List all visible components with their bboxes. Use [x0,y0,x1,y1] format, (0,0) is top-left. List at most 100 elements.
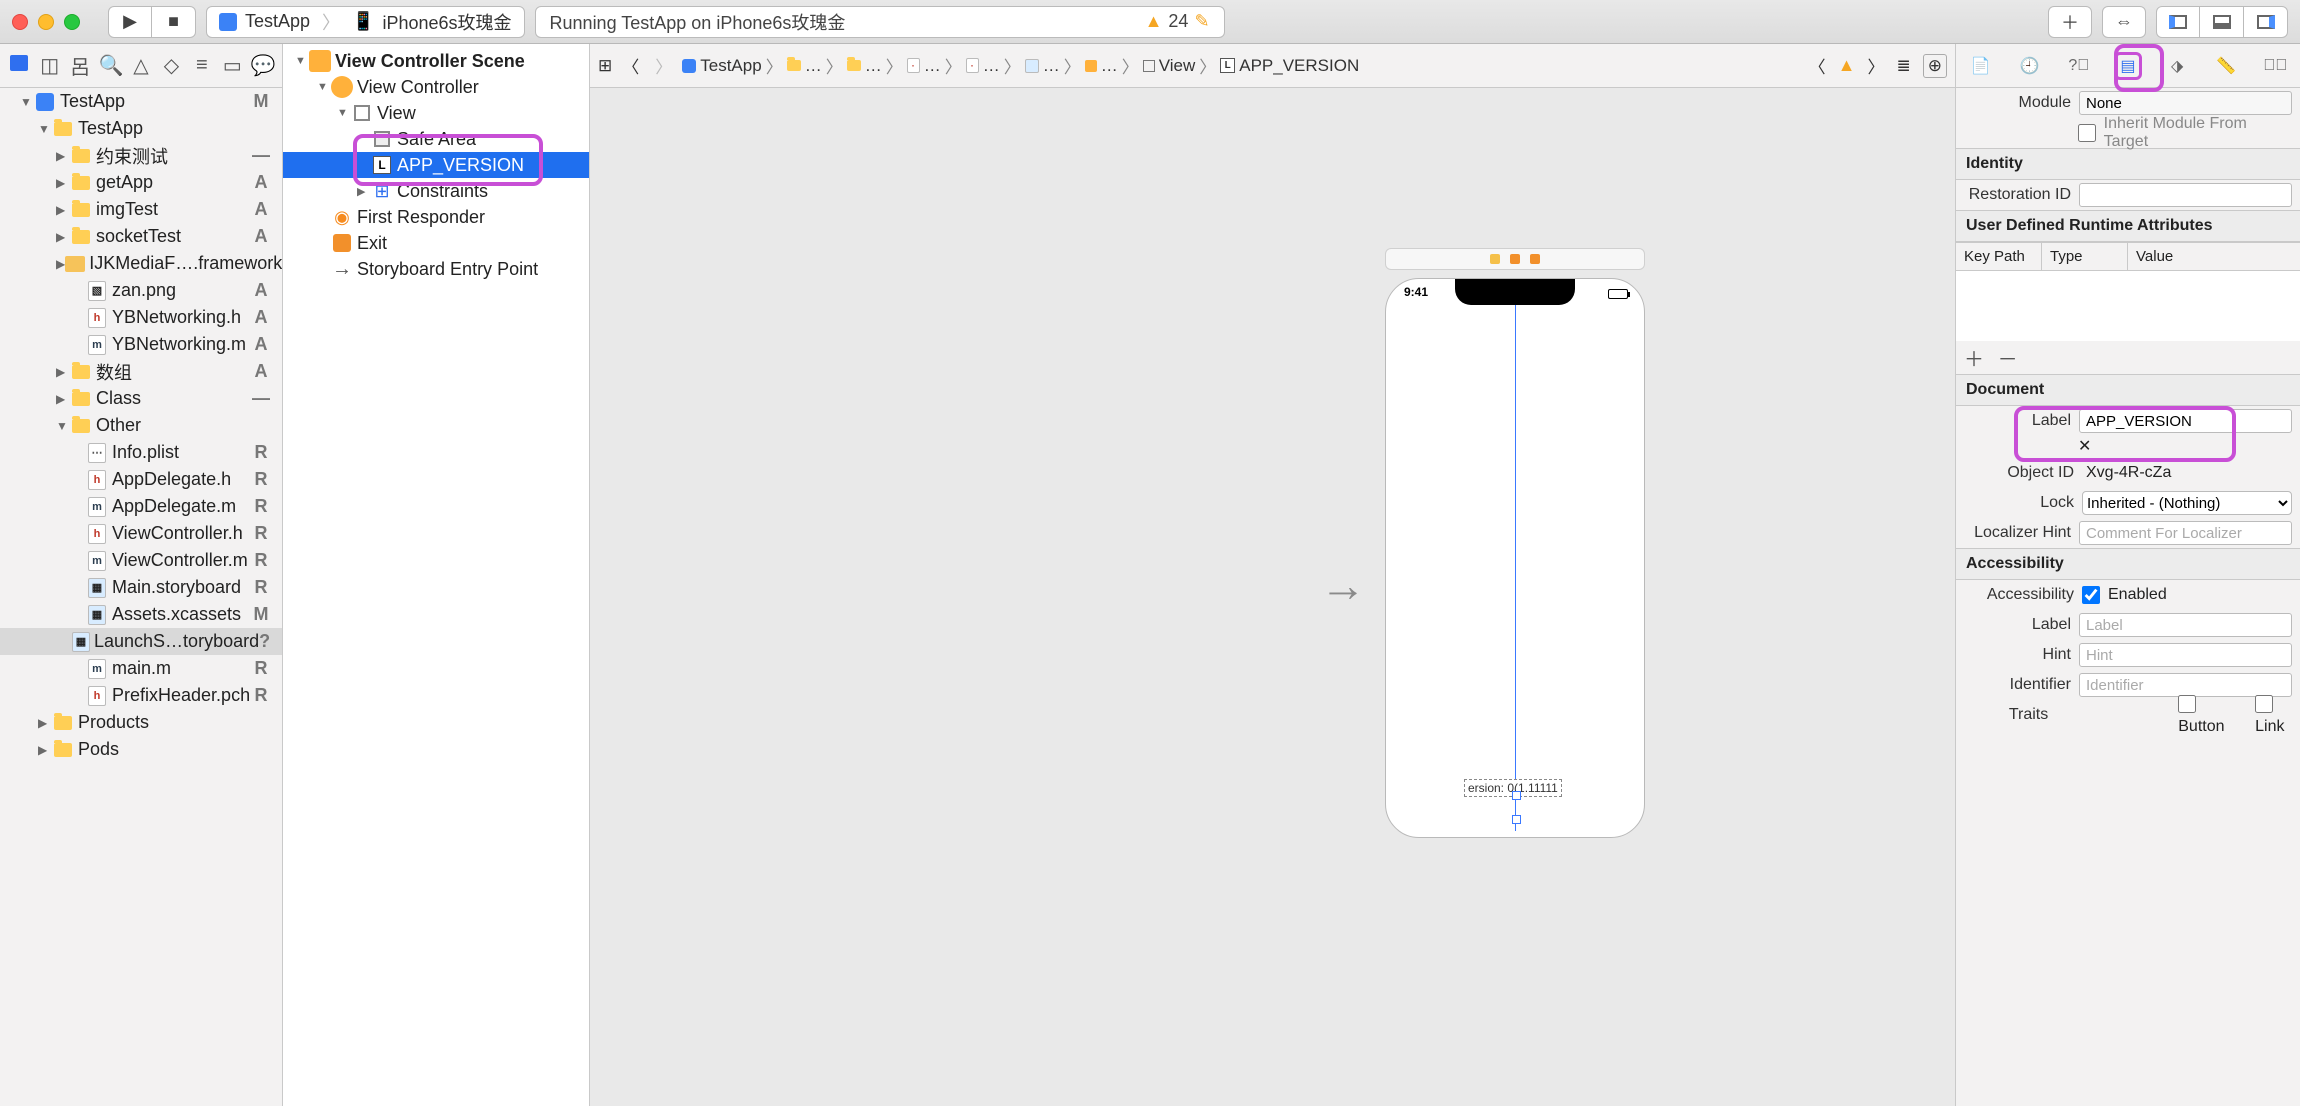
identity-inspector-icon[interactable]: ▤ [2114,52,2142,80]
jump-segment[interactable]: ·… [966,56,1000,76]
trait-button-checkbox[interactable] [2178,695,2196,713]
project-tree-row[interactable]: mAppDelegate.mR [0,493,282,520]
project-tree-row[interactable]: ▶Class— [0,385,282,412]
acc-label-field[interactable] [2079,613,2292,637]
project-tree-row[interactable]: ▶imgTestA [0,196,282,223]
size-inspector-icon[interactable]: 📏 [2212,52,2240,80]
breakpoint-nav-icon[interactable]: ▭ [220,53,244,78]
jump-segment[interactable]: … [847,56,882,76]
trait-link-checkbox[interactable] [2255,695,2273,713]
project-tree[interactable]: ▼TestAppM▼TestApp▶约束测试—▶getAppA▶imgTestA… [0,88,282,1106]
outline-row[interactable]: Safe Area [283,126,589,152]
toggle-navigator-button[interactable] [2156,6,2200,38]
code-review-button[interactable]: ⇔ [2102,6,2146,38]
library-plus-button[interactable]: ＋ [2048,6,2092,38]
outline-row[interactable]: Exit [283,230,589,256]
project-tree-row[interactable]: mViewController.mR [0,547,282,574]
project-tree-row[interactable]: hPrefixHeader.pchR [0,682,282,709]
outline-row[interactable]: ▼View [283,100,589,126]
debug-nav-icon[interactable]: ≡ [190,54,214,77]
selection-handles[interactable] [1512,809,1520,817]
jump-segment[interactable]: … [1085,56,1118,76]
minimize-icon[interactable] [38,14,54,30]
jump-segment[interactable]: TestApp [682,56,761,76]
project-tree-row[interactable]: ▼TestAppM [0,88,282,115]
project-tree-row[interactable]: hYBNetworking.hA [0,304,282,331]
project-tree-row[interactable]: ▧zan.pngA [0,277,282,304]
project-tree-row[interactable]: ▶约束测试— [0,142,282,169]
inherit-module-checkbox[interactable] [2078,124,2096,142]
adjust-editor-icon[interactable]: ≣ [1897,56,1911,76]
project-tree-row[interactable]: ▶数组A [0,358,282,385]
project-tree-row[interactable]: hViewController.hR [0,520,282,547]
acc-hint-field[interactable] [2079,643,2292,667]
doc-label-field[interactable] [2079,409,2292,433]
acc-identifier-field[interactable] [2079,673,2292,697]
toggle-inspector-button[interactable] [2244,6,2288,38]
ib-canvas[interactable]: → 9:41 ersion: 0(1.11111 [590,88,1955,1106]
run-button[interactable]: ▶ [108,6,152,38]
project-tree-row[interactable]: ▦Main.storyboardR [0,574,282,601]
find-nav-icon[interactable]: 🔍 [99,53,123,78]
project-tree-row[interactable]: ▼Other [0,412,282,439]
project-tree-row[interactable]: ▶socketTestA [0,223,282,250]
outline-row[interactable]: →Storyboard Entry Point [283,256,589,282]
close-icon[interactable] [12,14,28,30]
back-icon[interactable]: 〈 [616,53,645,78]
project-tree-row[interactable]: mmain.mR [0,655,282,682]
dock-vc-icon[interactable] [1490,254,1500,264]
udra-add-button[interactable]: ＋ [1964,349,1984,371]
jump-segment[interactable]: LAPP_VERSION [1220,56,1359,76]
symbol-nav-icon[interactable]: 呂 [68,51,92,80]
jump-bar[interactable]: ⊞ 〈 〉 TestApp〉…〉…〉·…〉·…〉…〉…〉View〉LAPP_VE… [590,44,1955,88]
jump-segment[interactable]: … [1025,56,1060,76]
outline-row[interactable]: ▼View Controller [283,74,589,100]
scheme-selector[interactable]: TestApp 〉 📱 iPhone6s玫瑰金 [206,6,525,38]
prev-issue-icon[interactable]: 〈 [1809,53,1826,78]
zoom-icon[interactable] [64,14,80,30]
warning-icon[interactable]: ▲ [1145,11,1163,32]
fix-icon[interactable]: ✎ [1194,11,1209,32]
test-nav-icon[interactable]: ◇ [159,53,183,78]
jump-segment[interactable]: … [787,56,822,76]
help-inspector-icon[interactable]: ?⃝ [2065,52,2093,80]
outline-tree[interactable]: ▼View Controller Scene▼View Controller▼V… [283,44,589,282]
report-nav-icon[interactable]: 💬 [251,53,275,78]
outline-row[interactable]: ▶⊞Constraints [283,178,589,204]
outline-row[interactable]: ◉First Responder [283,204,589,230]
lock-select[interactable]: Inherited - (Nothing) [2082,491,2292,515]
next-issue-icon[interactable]: 〉 [1868,53,1885,78]
file-inspector-icon[interactable]: 📄 [1967,52,1995,80]
attributes-inspector-icon[interactable]: ⬗ [2163,52,2191,80]
source-control-nav-icon[interactable]: ◫ [38,53,62,78]
jump-warning-icon[interactable]: ▲ [1838,55,1856,76]
outline-row[interactable]: ▼View Controller Scene [283,48,589,74]
jump-segment[interactable]: ·… [907,56,941,76]
project-tree-row[interactable]: mYBNetworking.mA [0,331,282,358]
jump-path[interactable]: TestApp〉…〉…〉·…〉·…〉…〉…〉View〉LAPP_VERSION [682,53,1359,78]
project-tree-row[interactable]: ▼TestApp [0,115,282,142]
toggle-debug-button[interactable] [2200,6,2244,38]
restoration-id-field[interactable] [2079,183,2292,207]
add-editor-icon[interactable]: ⊕ [1923,54,1947,78]
scene-dock[interactable] [1385,248,1645,270]
swatch-none[interactable]: ✕ [2078,440,2096,454]
project-tree-row[interactable]: ▦LaunchS…toryboard? [0,628,282,655]
stop-button[interactable]: ■ [152,6,196,38]
project-tree-row[interactable]: ▶Pods [0,736,282,763]
forward-icon[interactable]: 〉 [649,53,678,78]
project-tree-row[interactable]: hAppDelegate.hR [0,466,282,493]
dock-exit-icon[interactable] [1530,254,1540,264]
project-tree-row[interactable]: ▶getAppA [0,169,282,196]
accessibility-enabled-checkbox[interactable] [2082,586,2100,604]
outline-row[interactable]: LAPP_VERSION [283,152,589,178]
dock-first-responder-icon[interactable] [1510,254,1520,264]
issue-nav-icon[interactable]: △ [129,53,153,78]
project-tree-row[interactable]: ▦Assets.xcassetsM [0,601,282,628]
localizer-hint-field[interactable] [2079,521,2292,545]
project-nav-icon[interactable] [7,54,31,77]
project-tree-row[interactable]: ▶Products [0,709,282,736]
history-inspector-icon[interactable]: 🕘 [2016,52,2044,80]
jump-segment[interactable]: View [1143,56,1196,76]
connections-inspector-icon[interactable]: ➔⃝ [2261,52,2289,80]
